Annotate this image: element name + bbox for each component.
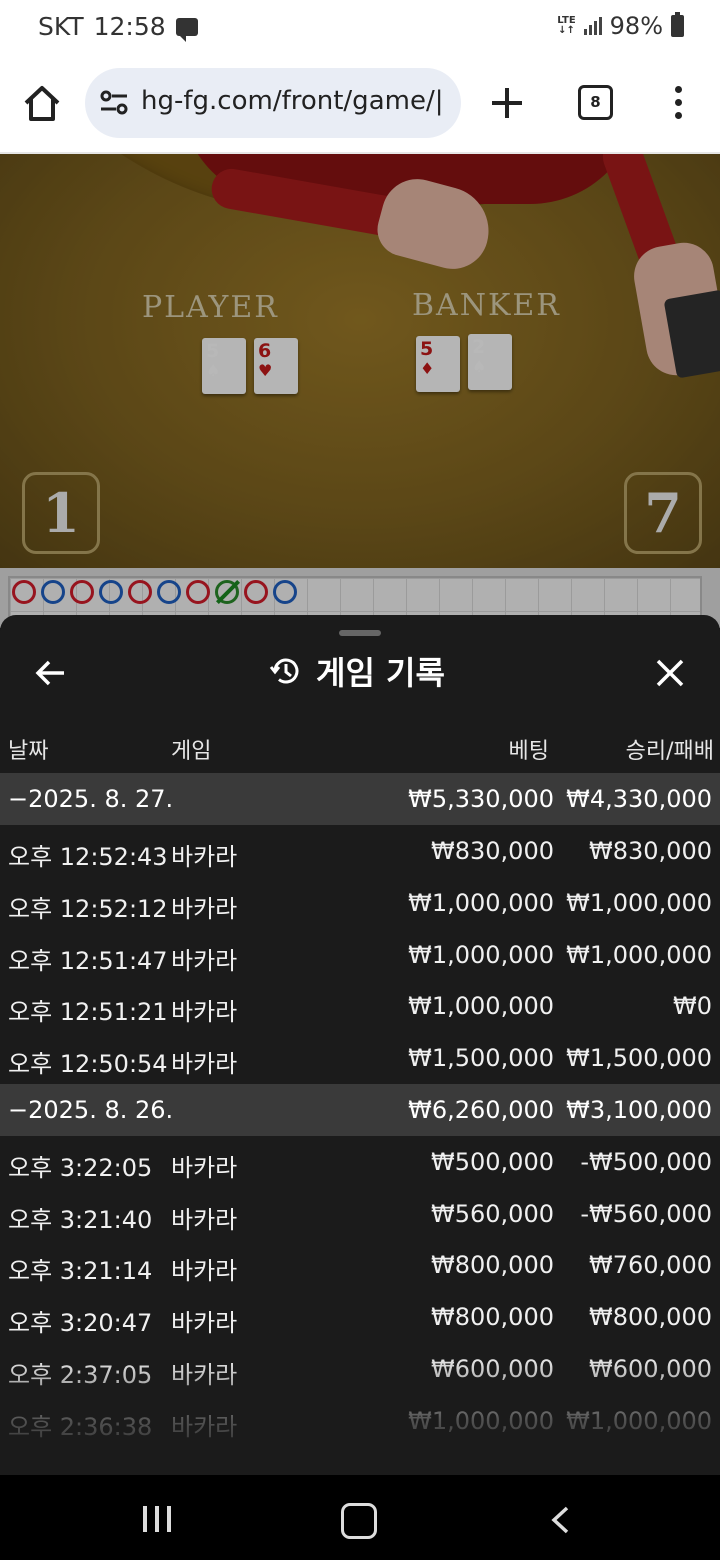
history-row[interactable]: 오후 3:21:40 바카라 ₩560,000 -₩560,000 [0,1188,720,1240]
history-row[interactable]: 오후 12:52:43 바카라 ₩830,000 ₩830,000 [0,825,720,877]
row-time: 오후 12:50:54 [8,1050,168,1078]
history-row[interactable]: 오후 12:50:54 바카라 ₩1,500,000 ₩1,500,000 [0,1032,720,1084]
arrow-left-icon[interactable] [32,655,68,691]
row-bet: ₩800,000 [431,1303,554,1331]
sheet-title: 게임 기록 [268,649,445,693]
recents-icon[interactable] [143,1506,171,1532]
status-bar: SKT 12:58 LTE ↓↑ 98% [0,0,720,56]
home-nav-icon[interactable] [341,1503,377,1539]
row-game: 바카라 [171,1257,238,1286]
sheet-drag-handle[interactable] [339,630,381,636]
row-time: 오후 3:21:40 [8,1205,153,1234]
row-time: 오후 12:52:12 [8,894,168,923]
row-win-loss: ₩1,500,000 [566,1044,712,1072]
system-nav-bar [0,1475,720,1560]
row-bet: ₩1,000,000 [408,940,554,969]
signal-icon [583,17,602,35]
row-win-loss: -₩560,000 [580,1199,712,1228]
history-row[interactable]: 오후 12:52:12 바카라 ₩1,000,000 ₩1,000,000 [0,877,720,929]
col-win-loss: 승리/패배 [625,739,714,764]
row-bet: ₩800,000 [431,1251,554,1280]
battery-percent: 98% [609,12,663,40]
row-bet: ₩1,000,000 [408,992,554,1021]
row-game: 바카라 [171,946,238,975]
column-headers: 날짜 게임 베팅 승리/패배 [0,727,720,767]
group-win-total: ₩4,330,000 [566,785,712,813]
history-row[interactable]: 오후 12:51:47 바카라 ₩1,000,000 ₩1,000,000 [0,929,720,981]
row-bet: ₩500,000 [431,1147,554,1176]
history-list: −2025. 8. 27. ₩5,330,000 ₩4,330,000 오후 12:5… [0,773,720,1446]
back-nav-icon[interactable] [548,1505,572,1535]
row-time: 오후 3:20:47 [8,1309,153,1337]
tab-switcher-button[interactable]: 8 [578,85,613,120]
history-row[interactable]: 오후 3:20:47 바카라 ₩800,000 ₩800,000 [0,1291,720,1343]
col-game: 게임 [171,739,212,764]
history-icon [269,658,299,684]
carrier-label: SKT [38,12,84,41]
row-bet: ₩830,000 [431,837,554,865]
url-text[interactable]: hg-fg.com/front/game/| [141,86,443,116]
col-bet: 베팅 [508,739,549,764]
history-row[interactable]: 오후 12:51:21 바카라 ₩1,000,000 ₩0 [0,980,720,1032]
row-time: 오후 12:51:47 [8,946,168,975]
row-game: 바카라 [171,843,238,871]
col-date: 날짜 [8,739,49,764]
game-history-sheet: 게임 기록 날짜 게임 베팅 승리/패배 −2025. 8. 27. ₩5,330… [0,615,720,1475]
group-bet-total: ₩6,260,000 [408,1095,554,1124]
browser-toolbar: hg-fg.com/front/game/| 8 [0,56,720,154]
more-vert-icon[interactable] [670,86,686,122]
date-group-header[interactable]: −2025. 8. 27. ₩5,330,000 ₩4,330,000 [0,773,720,825]
row-time: 오후 12:51:21 [8,998,168,1027]
row-time: 오후 12:52:43 [8,843,168,871]
plus-icon[interactable] [488,84,526,122]
history-row[interactable]: 오후 3:21:14 바카라 ₩800,000 ₩760,000 [0,1239,720,1291]
row-game: 바카라 [171,1153,238,1182]
row-win-loss: -₩500,000 [580,1147,712,1176]
address-bar[interactable]: hg-fg.com/front/game/| [85,68,461,138]
clock: 12:58 [93,12,166,41]
row-game: 바카라 [171,1205,238,1234]
row-bet: ₩1,500,000 [408,1044,554,1072]
row-win-loss: ₩0 [673,992,712,1021]
group-bet-total: ₩5,330,000 [408,785,554,813]
row-win-loss: ₩1,000,000 [566,940,712,969]
row-game: 바카라 [171,1309,238,1337]
history-row[interactable]: 오후 3:22:05 바카라 ₩500,000 -₩500,000 [0,1136,720,1188]
group-date: −2025. 8. 27. [8,785,174,813]
group-win-total: ₩3,100,000 [566,1095,712,1124]
group-date: −2025. 8. 26. [8,1095,174,1124]
row-time: 오후 3:21:14 [8,1257,153,1286]
home-icon[interactable] [20,82,64,126]
tune-icon[interactable] [99,90,129,116]
message-icon [175,17,198,42]
row-bet: ₩1,000,000 [408,888,554,917]
row-time: 오후 3:22:05 [8,1153,153,1182]
row-win-loss: ₩800,000 [589,1303,712,1331]
close-icon[interactable] [652,655,688,691]
row-win-loss: ₩760,000 [589,1251,712,1280]
row-bet: ₩560,000 [431,1199,554,1228]
battery-icon [671,12,684,37]
row-game: 바카라 [171,998,238,1027]
date-group-header[interactable]: −2025. 8. 26. ₩6,260,000 ₩3,100,000 [0,1083,720,1136]
row-game: 바카라 [171,1050,238,1078]
row-win-loss: ₩1,000,000 [566,888,712,917]
row-win-loss: ₩830,000 [589,837,712,865]
network-type: LTE ↓↑ [557,15,576,36]
row-game: 바카라 [171,894,238,923]
